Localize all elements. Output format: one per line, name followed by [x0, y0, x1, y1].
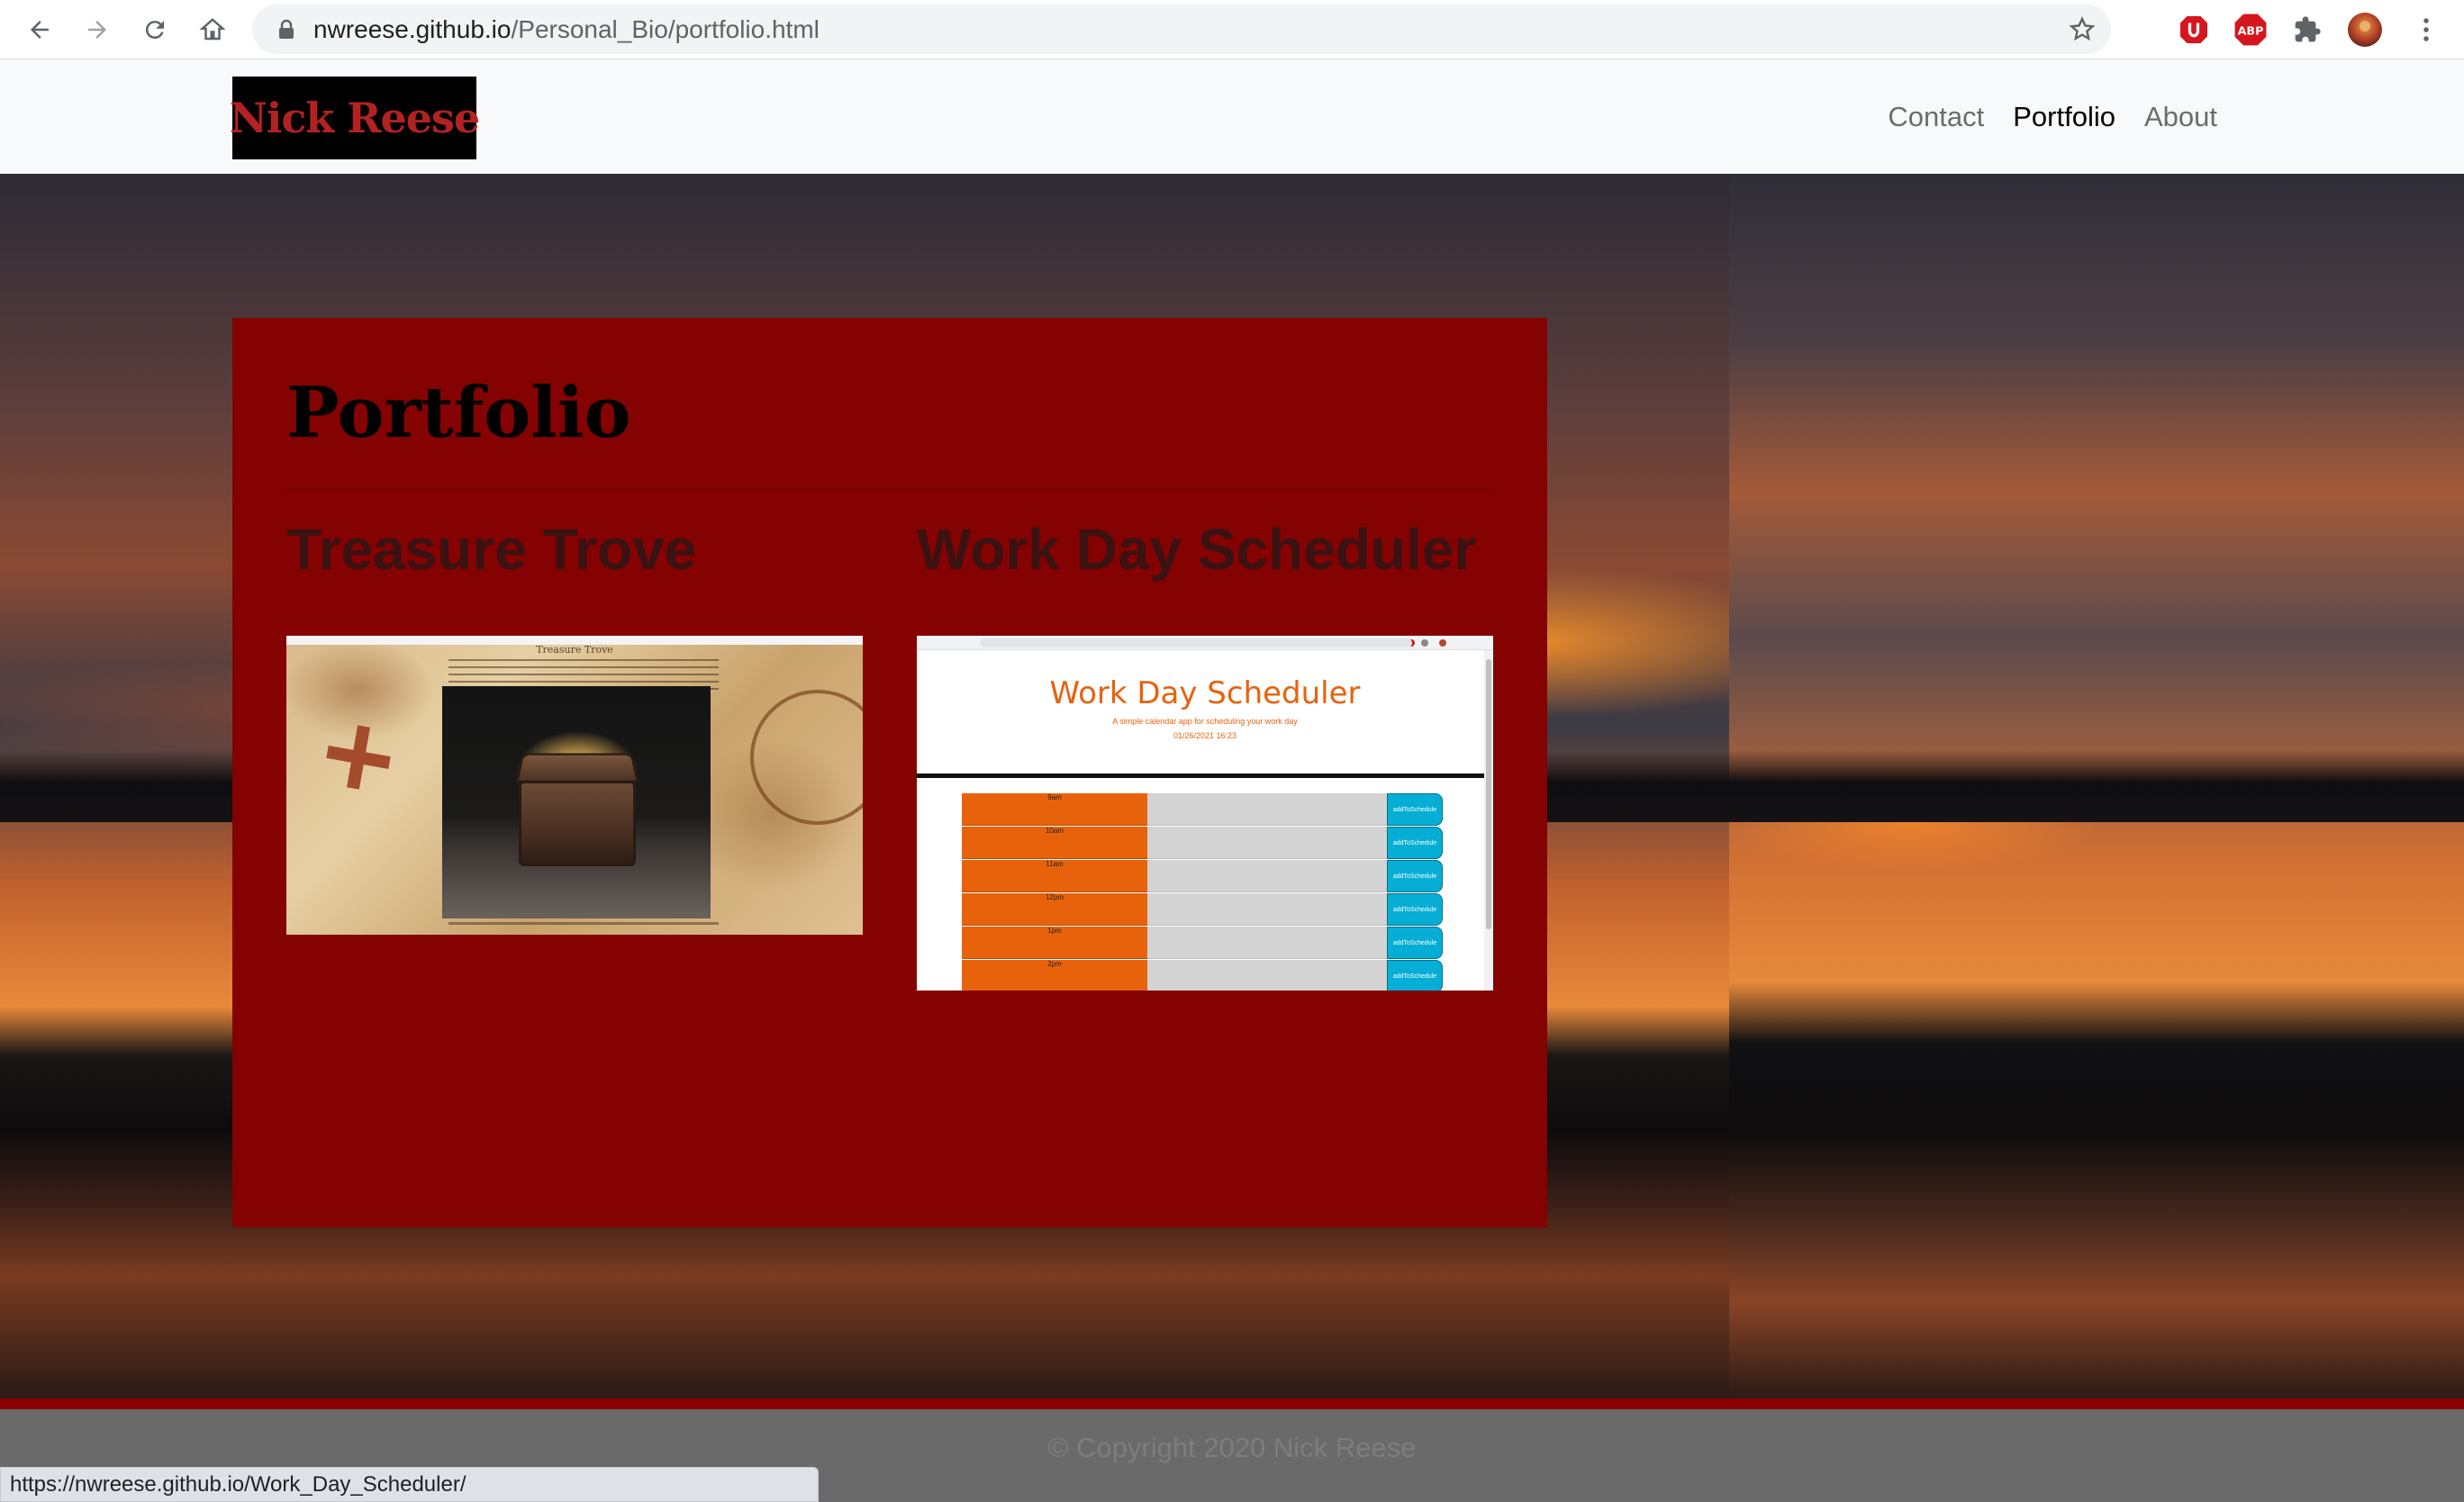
- adblock-plus-extension-icon[interactable]: ABP: [2232, 11, 2269, 49]
- home-button[interactable]: [191, 8, 234, 51]
- treasure-trove-thumbnail-link[interactable]: Treasure Trove: [286, 636, 863, 935]
- time-slot: 1pm addToSchedule: [962, 927, 1443, 959]
- thumbnail-scrollbar: [1484, 650, 1493, 991]
- treasure-chest-icon: [519, 781, 636, 866]
- hour-label: 2pm: [962, 960, 1147, 991]
- add-to-schedule-button: addToSchedule: [1387, 793, 1443, 826]
- title-divider: [286, 489, 1493, 490]
- treasure-chest-photo: [442, 686, 711, 918]
- add-to-schedule-button: addToSchedule: [1387, 960, 1443, 991]
- slot-description: [1147, 793, 1387, 826]
- time-slot: 2pm addToSchedule: [962, 960, 1443, 991]
- forward-button[interactable]: [76, 8, 119, 51]
- home-icon: [199, 18, 226, 41]
- nav-link-portfolio[interactable]: Portfolio: [2013, 101, 2115, 133]
- scheduler-date: 01/26/2021 16:23: [1173, 731, 1237, 740]
- scheduler-subtitle: A simple calendar app for scheduling you…: [1112, 717, 1298, 726]
- chest-lid: [515, 753, 639, 783]
- portfolio-card: Portfolio Treasure Trove Work Day Schedu…: [232, 318, 1547, 1227]
- hour-label: 10am: [962, 827, 1147, 859]
- url-text: nwreese.github.io/Personal_Bio/portfolio…: [313, 15, 820, 44]
- ublock-extension-icon[interactable]: [2175, 11, 2213, 49]
- add-to-schedule-button: addToSchedule: [1387, 893, 1443, 926]
- reload-icon: [145, 21, 164, 40]
- hour-label: 11am: [962, 860, 1147, 892]
- scheduler-divider: [917, 774, 1484, 778]
- bookmark-star-icon[interactable]: [2066, 14, 2098, 46]
- address-bar[interactable]: nwreese.github.io/Personal_Bio/portfolio…: [252, 5, 2111, 54]
- slot-description: [1147, 860, 1387, 892]
- page-title: Portfolio: [286, 372, 631, 454]
- work-day-scheduler-thumbnail-link[interactable]: Work Day Scheduler A simple calendar app…: [917, 636, 1493, 991]
- copyright-text: © Copyright 2020 Nick Reese: [1047, 1431, 1417, 1463]
- project-title-work-day-scheduler: Work Day Scheduler: [917, 517, 1477, 582]
- url-path: /Personal_Bio/portfolio.html: [511, 14, 820, 43]
- slot-description: [1147, 927, 1387, 959]
- add-to-schedule-button: addToSchedule: [1387, 827, 1443, 859]
- link-status-bubble: https://nwreese.github.io/Work_Day_Sched…: [0, 1467, 819, 1502]
- profile-avatar[interactable]: [2346, 11, 2384, 49]
- thumb-ext-icon: [1421, 639, 1428, 647]
- url-host: nwreese.github.io: [313, 14, 512, 43]
- compass-rose-icon: [750, 690, 863, 825]
- hour-label: 9am: [962, 793, 1147, 826]
- brand-logo[interactable]: Nick Reese: [230, 77, 480, 159]
- browser-toolbar: nwreese.github.io/Personal_Bio/portfolio…: [0, 0, 2464, 59]
- extensions-puzzle-icon[interactable]: [2288, 11, 2326, 49]
- time-slot: 10am addToSchedule: [962, 827, 1443, 859]
- svg-text:ABP: ABP: [2238, 24, 2264, 38]
- project-title-treasure-trove: Treasure Trove: [286, 517, 697, 582]
- lock-icon: [274, 17, 299, 42]
- hour-label: 1pm: [962, 927, 1147, 959]
- nav-link-contact[interactable]: Contact: [1888, 101, 1984, 133]
- thumbnail-address-bar: [980, 638, 1412, 647]
- nav-link-about[interactable]: About: [2144, 101, 2217, 133]
- site-navbar: Nick Reese Contact Portfolio About: [0, 59, 2464, 174]
- scrollbar-thumb: [1486, 659, 1491, 929]
- slot-description: [1147, 827, 1387, 859]
- site-nav: Contact Portfolio About: [1888, 101, 2217, 133]
- scheduler-heading: Work Day Scheduler: [1049, 675, 1361, 711]
- slot-description: [1147, 893, 1387, 926]
- thumb-avatar-icon: [1439, 639, 1446, 647]
- footer-accent-strip: [0, 1398, 2464, 1409]
- back-button[interactable]: [18, 8, 61, 51]
- slot-description: [1147, 960, 1387, 991]
- time-slot: 9am addToSchedule: [962, 793, 1443, 826]
- hour-label: 12pm: [962, 893, 1147, 926]
- thumbnail-heading: Treasure Trove: [536, 644, 613, 656]
- thumbnail-browser-bar: [917, 636, 1493, 650]
- map-cross-mark: [322, 720, 395, 794]
- thumbnail-footer-line: [448, 922, 719, 925]
- reload-button[interactable]: [133, 8, 177, 51]
- add-to-schedule-button: addToSchedule: [1387, 927, 1443, 959]
- forward-arrow-icon: [88, 21, 106, 39]
- back-arrow-icon: [31, 21, 49, 39]
- time-slot: 12pm addToSchedule: [962, 893, 1443, 926]
- add-to-schedule-button: addToSchedule: [1387, 860, 1443, 892]
- browser-menu-icon[interactable]: [2407, 11, 2445, 49]
- time-slot: 11am addToSchedule: [962, 860, 1443, 892]
